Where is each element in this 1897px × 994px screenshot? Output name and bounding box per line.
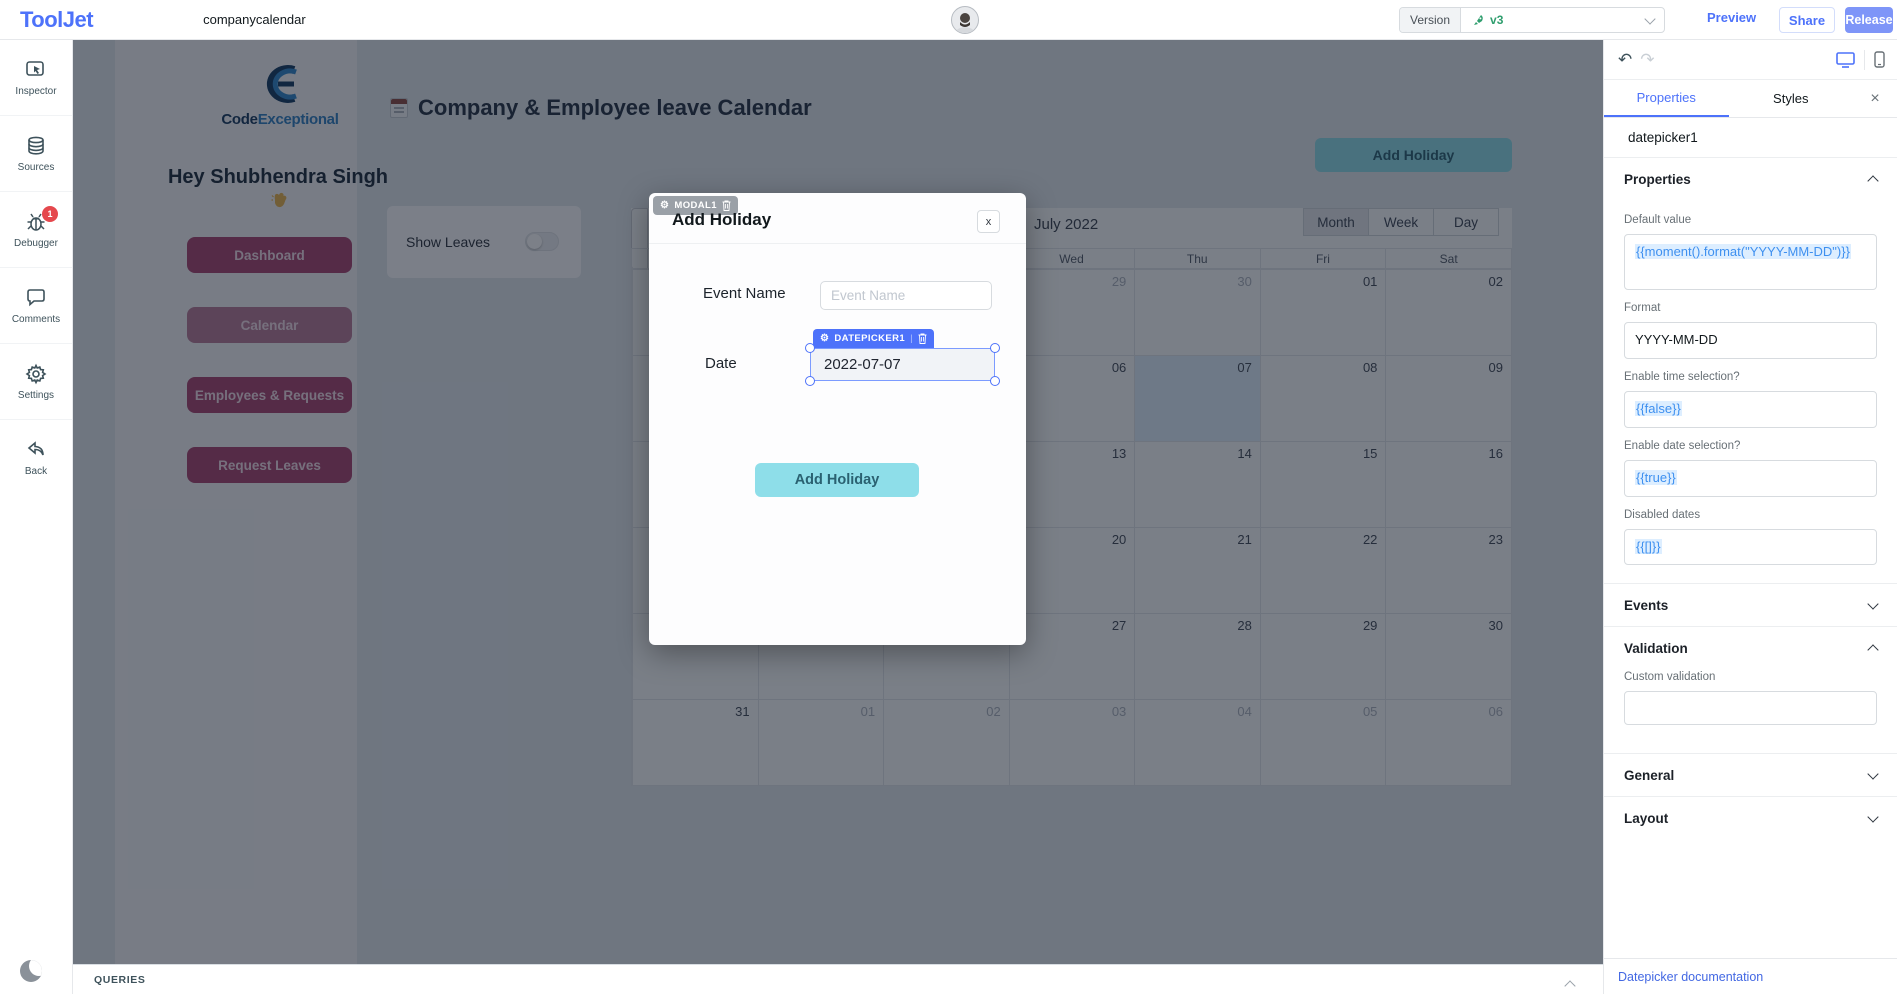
chevron-down-icon bbox=[1867, 811, 1878, 822]
divider bbox=[1864, 50, 1865, 70]
enable-date-input[interactable]: {{true}} bbox=[1624, 460, 1877, 497]
chevron-up-icon bbox=[1867, 645, 1878, 656]
widget-name[interactable]: datepicker1 bbox=[1604, 118, 1897, 158]
custom-validation-input[interactable] bbox=[1624, 691, 1877, 725]
queries-panel-bar[interactable]: QUERIES bbox=[73, 964, 1603, 994]
editor-topbar: ToolJet companycalendar Version v3 Previ… bbox=[0, 0, 1897, 40]
share-button[interactable]: Share bbox=[1779, 7, 1835, 33]
datepicker-input[interactable]: 2022-07-07 bbox=[810, 348, 995, 381]
tab-properties[interactable]: Properties bbox=[1604, 80, 1729, 117]
sidebar-item-debugger[interactable]: 1 Debugger bbox=[0, 192, 72, 268]
documentation-footer: Datepicker documentation bbox=[1604, 958, 1897, 994]
section-layout[interactable]: Layout bbox=[1624, 797, 1877, 839]
section-properties[interactable]: Properties bbox=[1624, 158, 1877, 200]
tooljet-logo[interactable]: ToolJet bbox=[20, 7, 93, 33]
add-holiday-modal: ⚙ MODAL1 Add Holiday x Event Name ⚙ DATE… bbox=[649, 193, 1026, 645]
gear-icon bbox=[25, 363, 47, 385]
disabled-dates-input[interactable]: {{[]}} bbox=[1624, 529, 1877, 566]
field-label-enable-date: Enable date selection? bbox=[1624, 440, 1877, 452]
datepicker-widget-tag[interactable]: ⚙ DATEPICKER1 | bbox=[813, 329, 934, 348]
version-value: v3 bbox=[1490, 13, 1503, 27]
debugger-error-badge: 1 bbox=[42, 206, 58, 222]
desktop-icon[interactable] bbox=[1836, 52, 1855, 68]
modal-add-holiday-button[interactable]: Add Holiday bbox=[755, 463, 919, 497]
preview-button[interactable]: Preview bbox=[1707, 10, 1756, 25]
default-value-input[interactable]: {{moment().format("YYYY-MM-DD")}} bbox=[1624, 234, 1877, 290]
divider bbox=[649, 243, 1026, 244]
sidebar-item-back[interactable]: Back bbox=[0, 420, 72, 496]
format-input[interactable]: YYYY-MM-DD bbox=[1624, 322, 1877, 359]
editor-left-sidebar: Inspector Sources 1 Debugger Comments Se… bbox=[0, 40, 73, 994]
mobile-icon[interactable] bbox=[1874, 51, 1885, 68]
release-button[interactable]: Release bbox=[1845, 7, 1893, 33]
widget-inspector-panel: ↶ ↷ Properties Styles × datepicker1 Prop… bbox=[1603, 40, 1897, 994]
inspector-toolbar: ↶ ↷ bbox=[1604, 40, 1897, 80]
version-selector[interactable]: Version v3 bbox=[1399, 7, 1665, 33]
field-label-format: Format bbox=[1624, 302, 1877, 314]
inspector-icon bbox=[25, 59, 47, 81]
datepicker-documentation-link[interactable]: Datepicker documentation bbox=[1618, 970, 1763, 984]
gear-icon[interactable]: ⚙ bbox=[660, 201, 669, 211]
event-name-label: Event Name bbox=[703, 285, 786, 302]
comment-icon bbox=[25, 287, 47, 309]
resize-handle-bottom-right[interactable] bbox=[990, 376, 1000, 386]
field-label-custom-validation: Custom validation bbox=[1624, 671, 1877, 683]
sidebar-item-sources[interactable]: Sources bbox=[0, 116, 72, 192]
sidebar-item-comments[interactable]: Comments bbox=[0, 268, 72, 344]
gear-icon[interactable]: ⚙ bbox=[820, 334, 829, 344]
date-label: Date bbox=[705, 355, 737, 372]
person-icon bbox=[954, 10, 976, 34]
section-events[interactable]: Events bbox=[1624, 584, 1877, 626]
event-name-input[interactable] bbox=[820, 281, 992, 310]
close-icon[interactable]: × bbox=[1853, 80, 1897, 117]
field-label-default-value: Default value bbox=[1624, 214, 1877, 226]
queries-label: QUERIES bbox=[94, 974, 145, 986]
database-icon bbox=[25, 135, 47, 157]
field-label-disabled-dates: Disabled dates bbox=[1624, 509, 1877, 521]
tab-styles[interactable]: Styles bbox=[1729, 80, 1854, 117]
undo-icon[interactable]: ↶ bbox=[1618, 50, 1632, 70]
modal-close-button[interactable]: x bbox=[977, 210, 1000, 233]
enable-time-input[interactable]: {{false}} bbox=[1624, 391, 1877, 428]
chevron-up-icon[interactable] bbox=[1564, 980, 1575, 991]
app-name[interactable]: companycalendar bbox=[203, 12, 306, 27]
chevron-down-icon bbox=[1867, 598, 1878, 609]
resize-handle-top-left[interactable] bbox=[805, 343, 815, 353]
divider: | bbox=[910, 333, 913, 344]
chevron-down-icon bbox=[1644, 13, 1655, 24]
rocket-icon bbox=[1473, 14, 1485, 26]
resize-handle-bottom-left[interactable] bbox=[805, 376, 815, 386]
modal-title: Add Holiday bbox=[672, 210, 771, 230]
resize-handle-top-right[interactable] bbox=[990, 343, 1000, 353]
sidebar-item-inspector[interactable]: Inspector bbox=[0, 40, 72, 116]
dark-mode-toggle-moon-icon[interactable] bbox=[20, 960, 42, 982]
chevron-up-icon bbox=[1867, 175, 1878, 186]
back-arrow-icon bbox=[25, 439, 47, 461]
sidebar-item-settings[interactable]: Settings bbox=[0, 344, 72, 420]
section-validation[interactable]: Validation bbox=[1624, 627, 1877, 669]
field-label-enable-time: Enable time selection? bbox=[1624, 371, 1877, 383]
avatar[interactable] bbox=[951, 6, 979, 34]
redo-icon[interactable]: ↷ bbox=[1640, 50, 1654, 70]
inspector-tabs: Properties Styles × bbox=[1604, 80, 1897, 118]
trash-icon[interactable] bbox=[918, 333, 927, 344]
version-label: Version bbox=[1400, 8, 1461, 32]
chevron-down-icon bbox=[1867, 768, 1878, 779]
section-general[interactable]: General bbox=[1624, 754, 1877, 796]
